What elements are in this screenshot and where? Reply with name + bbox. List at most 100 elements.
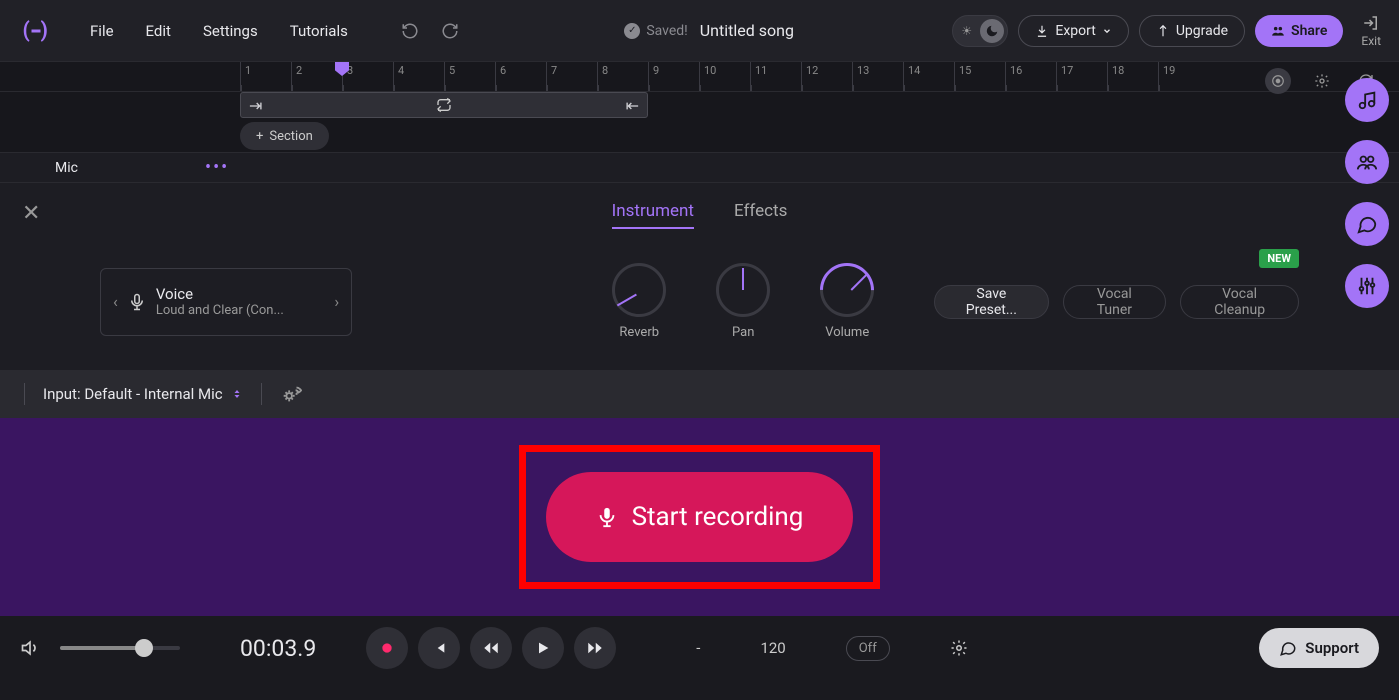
volume-knob[interactable] [809, 252, 885, 328]
export-label: Export [1055, 23, 1095, 39]
fast-forward-button[interactable] [574, 627, 616, 669]
sort-icon [231, 387, 243, 401]
add-section-label: Section [269, 129, 312, 144]
app-logo: () [18, 13, 54, 49]
track-menu-button[interactable]: ••• [205, 157, 229, 178]
people-icon [1271, 24, 1285, 38]
ruler-bar: 10 [699, 62, 750, 91]
ruler-bar: 8 [597, 62, 648, 91]
app-header: () File Edit Settings Tutorials ✓ Saved!… [0, 0, 1399, 62]
ruler-bar: 18 [1107, 62, 1158, 91]
preset-title: Voice [156, 285, 325, 303]
metronome-toggle[interactable]: Off [846, 636, 890, 661]
master-volume-slider[interactable] [60, 646, 180, 650]
save-preset-button[interactable]: Save Preset... [934, 285, 1048, 319]
upgrade-label: Upgrade [1176, 23, 1228, 39]
speaker-icon[interactable] [20, 638, 40, 658]
rail-mixer-button[interactable] [1345, 264, 1389, 308]
ruler-bar: 2 [291, 62, 342, 91]
loop-end-icon: ⇤ [626, 96, 639, 115]
preset-selector[interactable]: ‹ Voice Loud and Clear (Con... › [100, 268, 352, 336]
transport-bar: 00:03.9 - 120 Off Support [0, 616, 1399, 680]
ruler-bar: 13 [852, 62, 903, 91]
rail-instruments-button[interactable] [1345, 78, 1389, 122]
undo-button[interactable] [394, 15, 426, 47]
ruler-bar: 12 [801, 62, 852, 91]
time-signature[interactable]: - [696, 639, 700, 657]
upgrade-button[interactable]: Upgrade [1139, 15, 1245, 47]
mic-icon [128, 293, 146, 311]
input-settings-button[interactable] [280, 383, 302, 405]
download-icon [1035, 24, 1049, 38]
reverb-knob[interactable] [612, 263, 666, 317]
pan-knob[interactable] [716, 263, 770, 317]
volume-label: Volume [825, 325, 869, 340]
transport-settings-button[interactable] [950, 639, 968, 657]
input-label-text: Input: Default - Internal Mic [43, 385, 223, 403]
loop-row: ⇥ ⇤ [0, 92, 1399, 122]
timeline-settings-button[interactable] [1309, 68, 1335, 94]
start-recording-label: Start recording [632, 502, 804, 532]
gear-icon [950, 639, 968, 657]
ruler-bar: 19 [1158, 62, 1209, 91]
check-icon: ✓ [624, 23, 640, 39]
song-title[interactable]: Untitled song [700, 21, 794, 40]
rail-chat-button[interactable] [1345, 202, 1389, 246]
ruler-bar: 7 [546, 62, 597, 91]
rewind-icon [482, 639, 500, 657]
play-button[interactable] [522, 627, 564, 669]
start-recording-button[interactable]: Start recording [546, 472, 854, 562]
timeline-ruler[interactable]: 1 2 3 4 5 6 7 8 9 10 11 12 13 14 15 16 1… [0, 62, 1399, 92]
track-row[interactable]: Mic ••• [0, 152, 1399, 182]
saved-indicator: ✓ Saved! [624, 23, 687, 39]
vocal-tuner-button[interactable]: Vocal Tuner [1063, 285, 1167, 319]
tab-effects[interactable]: Effects [734, 201, 787, 229]
timeline-area: 1 2 3 4 5 6 7 8 9 10 11 12 13 14 15 16 1… [0, 62, 1399, 182]
menu-file[interactable]: File [74, 14, 130, 48]
bpm-display[interactable]: 120 [760, 639, 785, 657]
exit-icon [1362, 14, 1380, 32]
loop-region[interactable]: ⇥ ⇤ [240, 92, 648, 118]
rail-collab-button[interactable] [1345, 140, 1389, 184]
record-button[interactable] [366, 627, 408, 669]
menu-settings[interactable]: Settings [187, 14, 274, 48]
mic-icon [596, 504, 618, 530]
ruler-bar: 14 [903, 62, 954, 91]
input-selector[interactable]: Input: Default - Internal Mic [43, 385, 243, 403]
chevron-right-icon[interactable]: › [334, 292, 339, 311]
theme-toggle[interactable]: ☀ [952, 15, 1008, 47]
support-button[interactable]: Support [1259, 628, 1379, 668]
chevron-left-icon[interactable]: ‹ [113, 292, 118, 311]
tab-instrument[interactable]: Instrument [612, 201, 694, 229]
support-label: Support [1305, 639, 1359, 657]
rewind-button[interactable] [470, 627, 512, 669]
skip-start-button[interactable] [418, 627, 460, 669]
ruler-bar: 16 [1005, 62, 1056, 91]
timeline-home-button[interactable] [1265, 68, 1291, 94]
ruler-bar: 6 [495, 62, 546, 91]
record-dot-icon [379, 640, 395, 656]
section-row: + Section [0, 122, 1399, 152]
instrument-editor: ✕ Instrument Effects ‹ Voice Loud and Cl… [0, 182, 1399, 418]
menu-tutorials[interactable]: Tutorials [274, 14, 364, 48]
chat-icon [1279, 639, 1297, 657]
ruler-bar: 11 [750, 62, 801, 91]
editor-close-button[interactable]: ✕ [22, 201, 40, 226]
menu-edit[interactable]: Edit [130, 14, 187, 48]
share-button[interactable]: Share [1255, 15, 1343, 47]
export-button[interactable]: Export [1018, 15, 1128, 47]
redo-button[interactable] [434, 15, 466, 47]
sun-icon: ☀ [961, 24, 972, 38]
arrow-up-icon [1156, 24, 1170, 38]
gear-icon [1314, 73, 1330, 89]
gear-waves-icon [280, 383, 302, 405]
input-row: Input: Default - Internal Mic [0, 370, 1399, 418]
add-section-button[interactable]: + Section [240, 122, 329, 150]
time-display: 00:03.9 [240, 635, 316, 662]
exit-button[interactable]: Exit [1361, 14, 1381, 48]
track-name: Mic [55, 160, 205, 176]
pan-label: Pan [732, 325, 754, 340]
vocal-cleanup-button[interactable]: Vocal Cleanup [1180, 285, 1299, 319]
ruler-bar: 3 [342, 62, 393, 91]
play-icon [535, 640, 551, 656]
